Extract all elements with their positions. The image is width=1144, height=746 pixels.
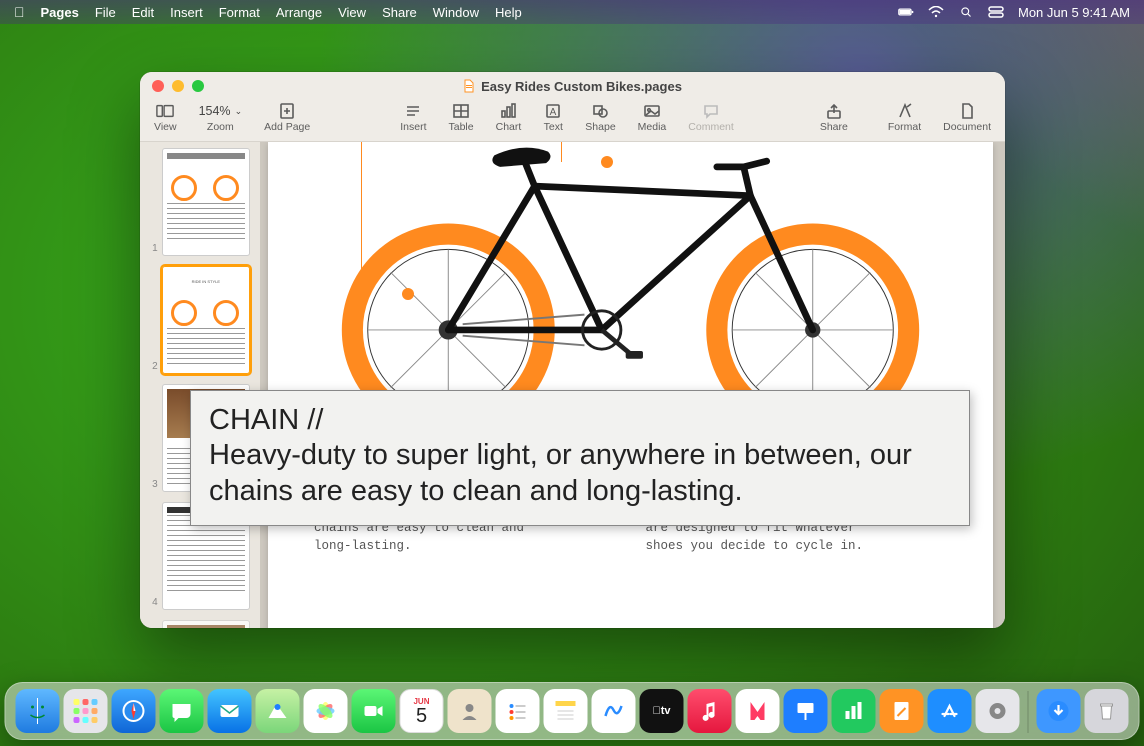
- control-center-icon[interactable]: [988, 6, 1004, 18]
- dock-app-appstore[interactable]: [928, 689, 972, 733]
- dock-downloads[interactable]: [1037, 689, 1081, 733]
- document-page[interactable]: CHAIN // Heavy-duty to super light, or a…: [268, 142, 993, 628]
- toolbar-table-label: Table: [449, 121, 474, 133]
- menu-insert[interactable]: Insert: [170, 5, 203, 20]
- page-thumbnail-5[interactable]: [150, 620, 250, 628]
- dock: JUN5 tv: [5, 682, 1140, 740]
- titlebar[interactable]: Easy Rides Custom Bikes.pages: [140, 72, 1005, 100]
- page-number: 3: [150, 479, 158, 492]
- spotlight-icon[interactable]: [958, 6, 974, 18]
- dock-app-facetime[interactable]: [352, 689, 396, 733]
- wifi-icon[interactable]: [928, 6, 944, 18]
- page-thumbnail-2[interactable]: 2 RIDE IN STYLE: [150, 266, 250, 374]
- apple-menu[interactable]: : [14, 4, 25, 20]
- toolbar-insert-label: Insert: [400, 121, 426, 133]
- menu-view[interactable]: View: [338, 5, 366, 20]
- dock-separator: [1028, 691, 1029, 733]
- menubar-app-name[interactable]: Pages: [41, 5, 79, 20]
- toolbar-document-button[interactable]: Document: [943, 102, 991, 133]
- dock-app-maps[interactable]: [256, 689, 300, 733]
- menubar-datetime[interactable]: Mon Jun 5 9:41 AM: [1018, 5, 1130, 20]
- chevron-down-icon: ⌄: [235, 106, 243, 117]
- toolbar-zoom-label: Zoom: [207, 121, 234, 133]
- menu-share[interactable]: Share: [382, 5, 417, 20]
- dock-app-tv[interactable]: tv: [640, 689, 684, 733]
- menu-help[interactable]: Help: [495, 5, 522, 20]
- page-thumbnail-1[interactable]: 1: [150, 148, 250, 256]
- menu-file[interactable]: File: [95, 5, 116, 20]
- document-canvas[interactable]: CHAIN // Heavy-duty to super light, or a…: [260, 142, 1005, 628]
- toolbar-media-label: Media: [638, 121, 667, 133]
- dock-app-contacts[interactable]: [448, 689, 492, 733]
- document-icon: [463, 79, 475, 93]
- window-fullscreen-button[interactable]: [192, 80, 204, 92]
- battery-icon[interactable]: [898, 6, 914, 18]
- dock-app-freeform[interactable]: [592, 689, 636, 733]
- dock-app-news[interactable]: [736, 689, 780, 733]
- toolbar-comment-label: Comment: [688, 121, 734, 133]
- toolbar-add-page-button[interactable]: Add Page: [264, 102, 310, 133]
- zoom-value: 154%: [199, 104, 231, 118]
- toolbar-text-label: Text: [544, 121, 563, 133]
- menu-window[interactable]: Window: [433, 5, 479, 20]
- page-number: 4: [150, 597, 158, 610]
- dock-app-music[interactable]: [688, 689, 732, 733]
- toolbar-chart-label: Chart: [496, 121, 522, 133]
- toolbar-view-button[interactable]: View: [154, 102, 177, 133]
- window-title: Easy Rides Custom Bikes.pages: [481, 79, 682, 94]
- menubar:  Pages File Edit Insert Format Arrange …: [0, 0, 1144, 24]
- toolbar-insert-button[interactable]: Insert: [400, 102, 426, 133]
- dock-app-photos[interactable]: [304, 689, 348, 733]
- window-minimize-button[interactable]: [172, 80, 184, 92]
- pages-window: Easy Rides Custom Bikes.pages View 154% ⌄…: [140, 72, 1005, 628]
- dock-app-numbers[interactable]: [832, 689, 876, 733]
- dock-trash[interactable]: [1085, 689, 1129, 733]
- toolbar-media-button[interactable]: Media: [638, 102, 667, 133]
- callout-dot: [601, 156, 613, 168]
- toolbar: View 154% ⌄ Zoom Add Page Insert Table: [140, 100, 1005, 142]
- dock-app-calendar[interactable]: JUN5: [400, 689, 444, 733]
- hover-text-overlay: CHAIN // Heavy-duty to super light, or a…: [190, 390, 970, 526]
- menu-arrange[interactable]: Arrange: [276, 5, 322, 20]
- dock-app-finder[interactable]: [16, 689, 60, 733]
- toolbar-share-label: Share: [820, 121, 848, 133]
- toolbar-chart-button[interactable]: Chart: [496, 102, 522, 133]
- dock-app-keynote[interactable]: [784, 689, 828, 733]
- toolbar-shape-button[interactable]: Shape: [585, 102, 615, 133]
- toolbar-comment-button: Comment: [688, 102, 734, 133]
- dock-app-reminders[interactable]: [496, 689, 540, 733]
- toolbar-format-button[interactable]: Format: [888, 102, 921, 133]
- dock-app-messages[interactable]: [160, 689, 204, 733]
- bicycle-illustration: [314, 142, 947, 432]
- page-number: 1: [150, 243, 158, 256]
- svg-text:A: A: [550, 107, 557, 118]
- toolbar-view-label: View: [154, 121, 177, 133]
- toolbar-shape-label: Shape: [585, 121, 615, 133]
- dock-app-system-settings[interactable]: [976, 689, 1020, 733]
- page-number: 2: [150, 361, 158, 374]
- menu-format[interactable]: Format: [219, 5, 260, 20]
- page-thumbnails-sidebar[interactable]: 1 2 RIDE IN STYLE 3 4: [140, 142, 260, 628]
- toolbar-text-button[interactable]: A Text: [543, 102, 563, 133]
- toolbar-format-label: Format: [888, 121, 921, 133]
- toolbar-document-label: Document: [943, 121, 991, 133]
- calendar-day: 5: [416, 706, 427, 726]
- toolbar-share-button[interactable]: Share: [820, 102, 848, 133]
- toolbar-zoom-button[interactable]: 154% ⌄ Zoom: [199, 102, 243, 133]
- hover-text-line2: Heavy-duty to super light, or anywhere i…: [209, 438, 951, 509]
- menu-edit[interactable]: Edit: [132, 5, 154, 20]
- dock-app-safari[interactable]: [112, 689, 156, 733]
- dock-app-mail[interactable]: [208, 689, 252, 733]
- dock-app-pages[interactable]: [880, 689, 924, 733]
- window-close-button[interactable]: [152, 80, 164, 92]
- dock-app-notes[interactable]: [544, 689, 588, 733]
- callout-dot: [402, 288, 414, 300]
- toolbar-addpage-label: Add Page: [264, 121, 310, 133]
- dock-app-launchpad[interactable]: [64, 689, 108, 733]
- toolbar-table-button[interactable]: Table: [449, 102, 474, 133]
- hover-text-line1: CHAIN //: [209, 403, 951, 438]
